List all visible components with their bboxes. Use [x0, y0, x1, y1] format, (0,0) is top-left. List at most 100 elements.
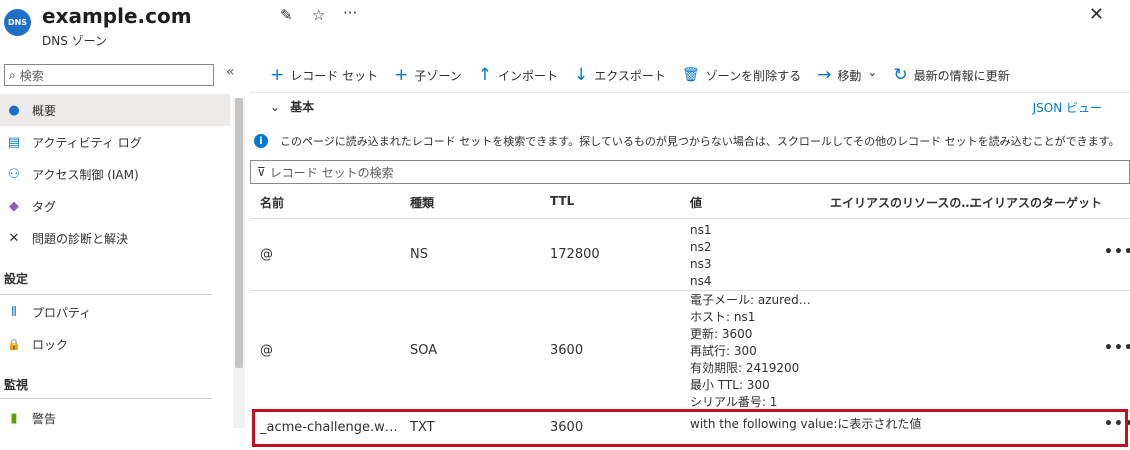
column-header-type[interactable]: 種類: [410, 194, 434, 211]
record-type: NS: [410, 247, 428, 262]
record-name[interactable]: @: [260, 343, 273, 358]
row-divider: [250, 290, 1130, 291]
row-more-button[interactable]: •••: [1104, 244, 1130, 260]
pin-icon[interactable]: ✎: [280, 6, 293, 24]
chevron-down-icon: ⌄: [867, 65, 878, 79]
plus-icon: +: [270, 64, 285, 85]
sidebar-scrollbar[interactable]: [233, 98, 245, 428]
star-icon[interactable]: ☆: [312, 6, 325, 24]
header: DNS example.com DNS ゾーン ✎ ☆ ··· ✕: [0, 0, 1130, 58]
button-label: レコード セット: [290, 68, 379, 83]
page-subtitle: DNS ゾーン: [42, 34, 108, 48]
record-type: SOA: [410, 343, 438, 358]
record-value: ns4: [690, 274, 712, 288]
sidebar-search-input[interactable]: ⌕ 検索: [4, 64, 214, 86]
alert-icon: ▮: [10, 410, 18, 426]
dns-icon: ●: [8, 102, 20, 118]
record-value: 再試行: 300: [690, 344, 757, 358]
section-divider: [0, 398, 212, 399]
record-value: ns2: [690, 240, 712, 254]
column-header-alias-target[interactable]: エイリアスのターゲット: [970, 194, 1102, 211]
trash-icon: 🗑: [681, 67, 700, 83]
sidebar-item-diagnose[interactable]: ✕ 問題の診断と解決: [0, 222, 230, 254]
lock-icon: 🔒: [7, 337, 21, 351]
button-label: インポート: [497, 68, 558, 83]
record-value: 最小 TTL: 300: [690, 378, 770, 392]
refresh-button[interactable]: ↻ 最新の情報に更新: [893, 64, 1010, 85]
json-view-link[interactable]: JSON ビュー: [1033, 99, 1102, 116]
delete-zone-button[interactable]: 🗑 ゾーンを削除する: [682, 67, 801, 84]
export-button[interactable]: ↓ エクスポート: [574, 64, 666, 85]
sidebar-item-alerts[interactable]: ▮ 警告: [0, 402, 230, 434]
record-ttl: 172800: [550, 247, 600, 262]
record-ttl: 3600: [550, 343, 584, 358]
essentials-label: 基本: [290, 100, 315, 114]
sidebar-item-access-control[interactable]: ⚇ アクセス制御 (IAM): [0, 158, 230, 190]
plus-icon: +: [394, 64, 409, 85]
row-divider: [250, 218, 1130, 219]
sidebar-item-label: 概要: [32, 103, 57, 118]
sidebar-item-label: アクセス制御 (IAM): [32, 167, 139, 182]
sidebar-item-label: プロパティ: [32, 305, 92, 320]
sidebar-item-activity-log[interactable]: ▤ アクティビティ ログ: [0, 126, 230, 158]
ellipsis-icon[interactable]: ···: [343, 4, 357, 22]
sidebar-item-overview[interactable]: ● 概要: [0, 94, 230, 126]
row-more-button[interactable]: •••: [1104, 340, 1130, 356]
search-placeholder: 検索: [19, 68, 44, 83]
record-value: 電子メール: azured…: [690, 293, 811, 307]
properties-icon: ⦀: [11, 304, 17, 320]
sidebar-item-label: アクティビティ ログ: [32, 135, 142, 150]
sidebar-item-label: 問題の診断と解決: [32, 231, 129, 246]
button-label: ゾーンを削除する: [705, 68, 802, 83]
column-header-alias-resource[interactable]: エイリアスのリソースの…: [830, 194, 973, 211]
dns-zone-logo-icon: DNS: [4, 9, 31, 36]
scrollbar-thumb[interactable]: [235, 98, 243, 368]
filter-icon: ⊽: [257, 165, 266, 179]
record-value: ns1: [690, 223, 712, 237]
add-child-zone-button[interactable]: + 子ゾーン: [394, 64, 462, 85]
section-header-monitoring: 監視: [4, 378, 29, 392]
column-header-ttl[interactable]: TTL: [550, 194, 574, 208]
search-placeholder: レコード セットの検索: [269, 165, 394, 180]
info-icon: i: [254, 134, 268, 148]
people-icon: ⚇: [8, 166, 20, 182]
highlight-annotation-box: [252, 409, 1128, 447]
arrow-down-icon: ↓: [574, 64, 589, 85]
sidebar: ⌕ 検索 « ● 概要 ▤ アクティビティ ログ ⚇ アクセス制御 (IAM) …: [0, 58, 248, 450]
column-header-name[interactable]: 名前: [260, 194, 284, 211]
move-button[interactable]: → 移動 ⌄: [817, 64, 878, 85]
collapse-sidebar-icon[interactable]: «: [226, 64, 235, 80]
wrench-icon: ✕: [8, 230, 20, 246]
command-toolbar: + レコード セット + 子ゾーン ↑ インポート ↓ エクスポート 🗑 ゾーン…: [270, 62, 1026, 88]
close-icon[interactable]: ✕: [1089, 4, 1104, 25]
button-label: エクスポート: [594, 68, 666, 83]
sidebar-item-label: タグ: [32, 199, 57, 214]
chevron-down-icon: ⌄: [270, 99, 281, 114]
tag-icon: ◆: [9, 198, 19, 214]
sidebar-item-tags[interactable]: ◆ タグ: [0, 190, 230, 222]
record-value: 有効期限: 2419200: [690, 361, 800, 375]
activity-log-icon: ▤: [7, 134, 21, 150]
info-text: このページに読み込まれたレコード セットを検索できます。探しているものが見つから…: [280, 135, 1120, 148]
refresh-icon: ↻: [893, 64, 908, 85]
record-set-search-input[interactable]: ⊽ レコード セットの検索: [250, 160, 1130, 184]
essentials-toggle[interactable]: ⌄ 基本: [270, 98, 314, 115]
sidebar-item-properties[interactable]: ⦀ プロパティ: [0, 296, 230, 328]
arrow-right-icon: →: [817, 64, 832, 85]
record-value: ns3: [690, 257, 712, 271]
record-value: ホスト: ns1: [690, 310, 756, 324]
record-values: 電子メール: azured… ホスト: ns1 更新: 3600 再試行: 30…: [690, 292, 811, 411]
sidebar-item-locks[interactable]: 🔒 ロック: [0, 328, 230, 360]
sidebar-item-label: 警告: [32, 411, 57, 426]
button-label: 移動: [837, 68, 862, 83]
button-label: 子ゾーン: [414, 68, 462, 83]
record-value: 更新: 3600: [690, 327, 753, 341]
section-header-settings: 設定: [4, 272, 29, 286]
add-record-set-button[interactable]: + レコード セット: [270, 64, 379, 85]
record-name[interactable]: @: [260, 247, 273, 262]
import-button[interactable]: ↑ インポート: [478, 66, 558, 84]
column-header-value[interactable]: 値: [690, 194, 702, 211]
button-label: 最新の情報に更新: [913, 68, 1010, 83]
search-icon: ⌕: [9, 67, 16, 82]
section-divider: [0, 294, 212, 295]
